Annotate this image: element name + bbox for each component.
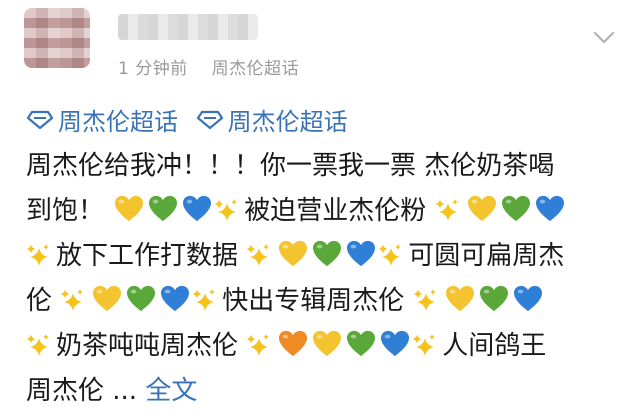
- topic-link[interactable]: 周杰伦超话: [26, 102, 178, 137]
- diamond-icon: [196, 110, 223, 129]
- content-text: 奶茶吨吨周杰伦: [56, 331, 247, 361]
- heart-emoji-icon: [183, 195, 212, 222]
- post-source[interactable]: 周杰伦超话: [212, 59, 300, 79]
- heart-emoji-icon: [279, 240, 308, 267]
- sparkles-emoji-icon: [26, 244, 49, 266]
- sparkles-emoji-icon: [26, 334, 49, 356]
- topic-label: 周杰伦超话: [58, 108, 178, 136]
- content-line: 到饱！ 被迫营业杰伦粉: [26, 189, 626, 234]
- heart-emoji-icon: [115, 195, 144, 222]
- content-line: 伦 快出专辑周杰伦: [26, 279, 626, 324]
- content-line: 周杰伦 ... 全文: [26, 369, 626, 414]
- heart-emoji-icon: [535, 195, 564, 222]
- avatar[interactable]: [24, 8, 90, 68]
- heart-emoji-icon: [313, 330, 342, 357]
- heart-emoji-icon: [161, 285, 190, 312]
- heart-emoji-icon: [467, 195, 496, 222]
- content-text: 放下工作打数据: [56, 241, 247, 271]
- content-line: 周杰伦给我冲！！！你一票我一票 杰伦奶茶喝: [26, 144, 626, 189]
- heart-emoji-icon: [313, 240, 342, 267]
- heart-emoji-icon: [93, 285, 122, 312]
- sparkles-emoji-icon: [192, 289, 216, 311]
- diamond-icon: [26, 110, 54, 129]
- heart-emoji-icon: [347, 240, 376, 267]
- topic-links: 周杰伦超话 周杰伦超话: [26, 102, 358, 137]
- content-text: 伦: [26, 286, 61, 316]
- sparkles-emoji-icon: [412, 334, 436, 356]
- heart-emoji-icon: [149, 195, 178, 222]
- content-text: 被迫营业杰伦粉: [244, 196, 435, 226]
- sparkles-emoji-icon: [60, 289, 84, 311]
- heart-emoji-icon: [381, 330, 410, 357]
- post-meta: 1 分钟前 周杰伦超话: [118, 54, 299, 79]
- topic-label: 周杰伦超话: [227, 108, 348, 136]
- sparkles-emoji-icon: [413, 289, 436, 311]
- content-text: 周杰伦 ...: [26, 376, 146, 406]
- topic-link[interactable]: 周杰伦超话: [196, 102, 348, 137]
- heart-emoji-icon: [279, 330, 308, 357]
- content-text: 人间鸽王: [442, 331, 547, 361]
- heart-emoji-icon: [127, 285, 156, 312]
- content-line: 奶茶吨吨周杰伦 人间鸽王: [26, 324, 626, 369]
- sparkles-emoji-icon: [378, 244, 402, 266]
- heart-emoji-icon: [445, 285, 474, 312]
- chevron-down-icon[interactable]: [592, 30, 616, 46]
- sparkles-emoji-icon: [246, 244, 270, 266]
- content-text: 周杰伦给我冲！！！你一票我一票 杰伦奶茶喝: [26, 151, 555, 181]
- content-text: 快出专辑周杰伦: [222, 286, 413, 316]
- sparkles-emoji-icon: [435, 199, 458, 221]
- post-time: 1 分钟前: [118, 59, 188, 79]
- sparkles-emoji-icon: [214, 199, 238, 221]
- heart-emoji-icon: [347, 330, 376, 357]
- heart-emoji-icon: [513, 285, 542, 312]
- content-line: 放下工作打数据 可圆可扁周杰: [26, 234, 626, 279]
- content-text: 到饱！: [26, 196, 113, 226]
- sparkles-emoji-icon: [246, 334, 270, 356]
- content-text: 可圆可扁周杰: [408, 241, 565, 271]
- heart-emoji-icon: [479, 285, 508, 312]
- post-content: 周杰伦给我冲！！！你一票我一票 杰伦奶茶喝 到饱！ 被迫营业杰伦粉 放下工作打数据…: [26, 144, 626, 414]
- heart-emoji-icon: [501, 195, 530, 222]
- username-blurred[interactable]: [118, 14, 258, 40]
- expand-full-text-link[interactable]: 全文: [145, 376, 197, 406]
